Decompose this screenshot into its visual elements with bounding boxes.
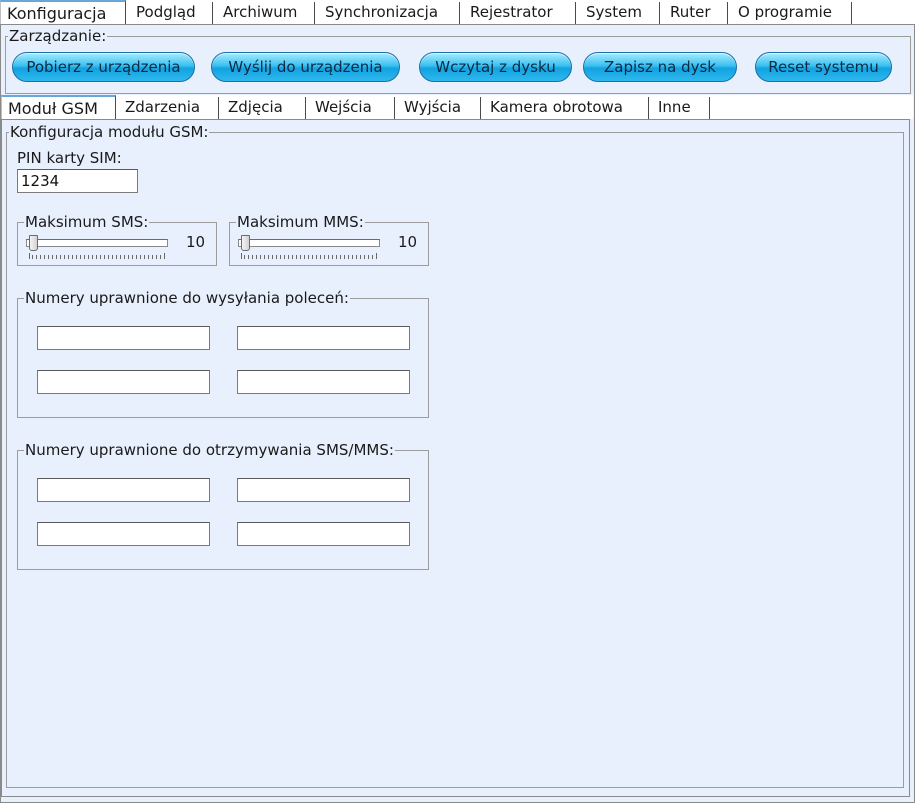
max-mms-tick-end [376,253,377,259]
tab-konfiguracja[interactable]: Konfiguracja [0,0,126,24]
command-number-input-3[interactable] [37,370,210,394]
gsm-tab-panel: Konfiguracja modułu GSM: PIN karty SIM: … [1,119,910,797]
receive-number-input-4[interactable] [237,522,410,546]
tab-ruter[interactable]: Ruter [660,2,728,24]
max-mms-tick-start [241,253,242,259]
command-number-input-1[interactable] [37,326,210,350]
max-mms-legend: Maksimum MMS: [236,213,365,231]
receive-numbers-legend: Numery uprawnione do otrzymywania SMS/MM… [24,441,395,459]
command-numbers-group: Numery uprawnione do wysyłania poleceń: [17,289,429,418]
command-numbers-legend: Numery uprawnione do wysyłania poleceń: [24,289,350,307]
max-mms-slider-track[interactable] [238,239,380,247]
gsm-config-group: Konfiguracja modułu GSM: PIN karty SIM: … [6,123,904,788]
pin-label: PIN karty SIM: [17,149,122,167]
command-number-input-2[interactable] [237,326,410,350]
max-sms-ticks [32,255,162,259]
tab-modul-gsm[interactable]: Moduł GSM [1,95,116,119]
tab-podglad[interactable]: Podgląd [126,2,213,24]
tab-zdjecia[interactable]: Zdjęcia [219,97,306,119]
tab-wyjscia[interactable]: Wyjścia [395,97,481,119]
max-sms-group: Maksimum SMS: 10 [17,213,217,266]
load-from-disk-button[interactable]: Wczytaj z dysku [419,52,572,82]
max-mms-group: Maksimum MMS: 10 [229,213,429,266]
tab-wejscia[interactable]: Wejścia [306,97,395,119]
pin-input[interactable] [17,169,138,193]
save-to-disk-button[interactable]: Zapisz na dysk [583,52,737,82]
max-sms-slider-thumb[interactable] [29,235,38,251]
send-to-device-button[interactable]: Wyślij do urządzenia [211,52,400,82]
max-sms-value: 10 [186,233,206,251]
tab-inne[interactable]: Inne [649,97,710,119]
app-window: Konfiguracja Podgląd Archiwum Synchroniz… [0,0,915,803]
tab-kamera-obrotowa[interactable]: Kamera obrotowa [481,97,649,119]
tab-o-programie[interactable]: O programie [728,2,852,24]
tab-archiwum[interactable]: Archiwum [213,2,315,24]
command-number-input-4[interactable] [237,370,410,394]
management-group: Zarządzanie: Pobierz z urządzenia Wyślij… [5,27,911,94]
receive-number-input-1[interactable] [37,478,210,502]
configuration-panel: Zarządzanie: Pobierz z urządzenia Wyślij… [0,24,915,803]
management-legend: Zarządzanie: [8,27,108,45]
max-mms-slider-thumb[interactable] [241,235,250,251]
tab-rejestrator[interactable]: Rejestrator [460,2,576,24]
receive-numbers-group: Numery uprawnione do otrzymywania SMS/MM… [17,441,429,570]
gsm-config-legend: Konfiguracja modułu GSM: [9,123,210,141]
main-tab-bar: Konfiguracja Podgląd Archiwum Synchroniz… [0,0,915,24]
reset-system-button[interactable]: Reset systemu [755,52,892,82]
download-from-device-button[interactable]: Pobierz z urządzenia [12,52,195,82]
max-sms-tick-end [164,253,165,259]
max-sms-legend: Maksimum SMS: [24,213,150,231]
receive-number-input-2[interactable] [237,478,410,502]
tab-system[interactable]: System [576,2,660,24]
tab-synchronizacja[interactable]: Synchronizacja [315,2,460,24]
sub-tab-bar: Moduł GSM Zdarzenia Zdjęcia Wejścia Wyjś… [1,95,913,119]
receive-number-input-3[interactable] [37,522,210,546]
max-sms-tick-start [29,253,30,259]
tab-zdarzenia[interactable]: Zdarzenia [116,97,219,119]
max-mms-value: 10 [398,233,418,251]
max-sms-slider-track[interactable] [26,239,168,247]
max-mms-ticks [244,255,374,259]
